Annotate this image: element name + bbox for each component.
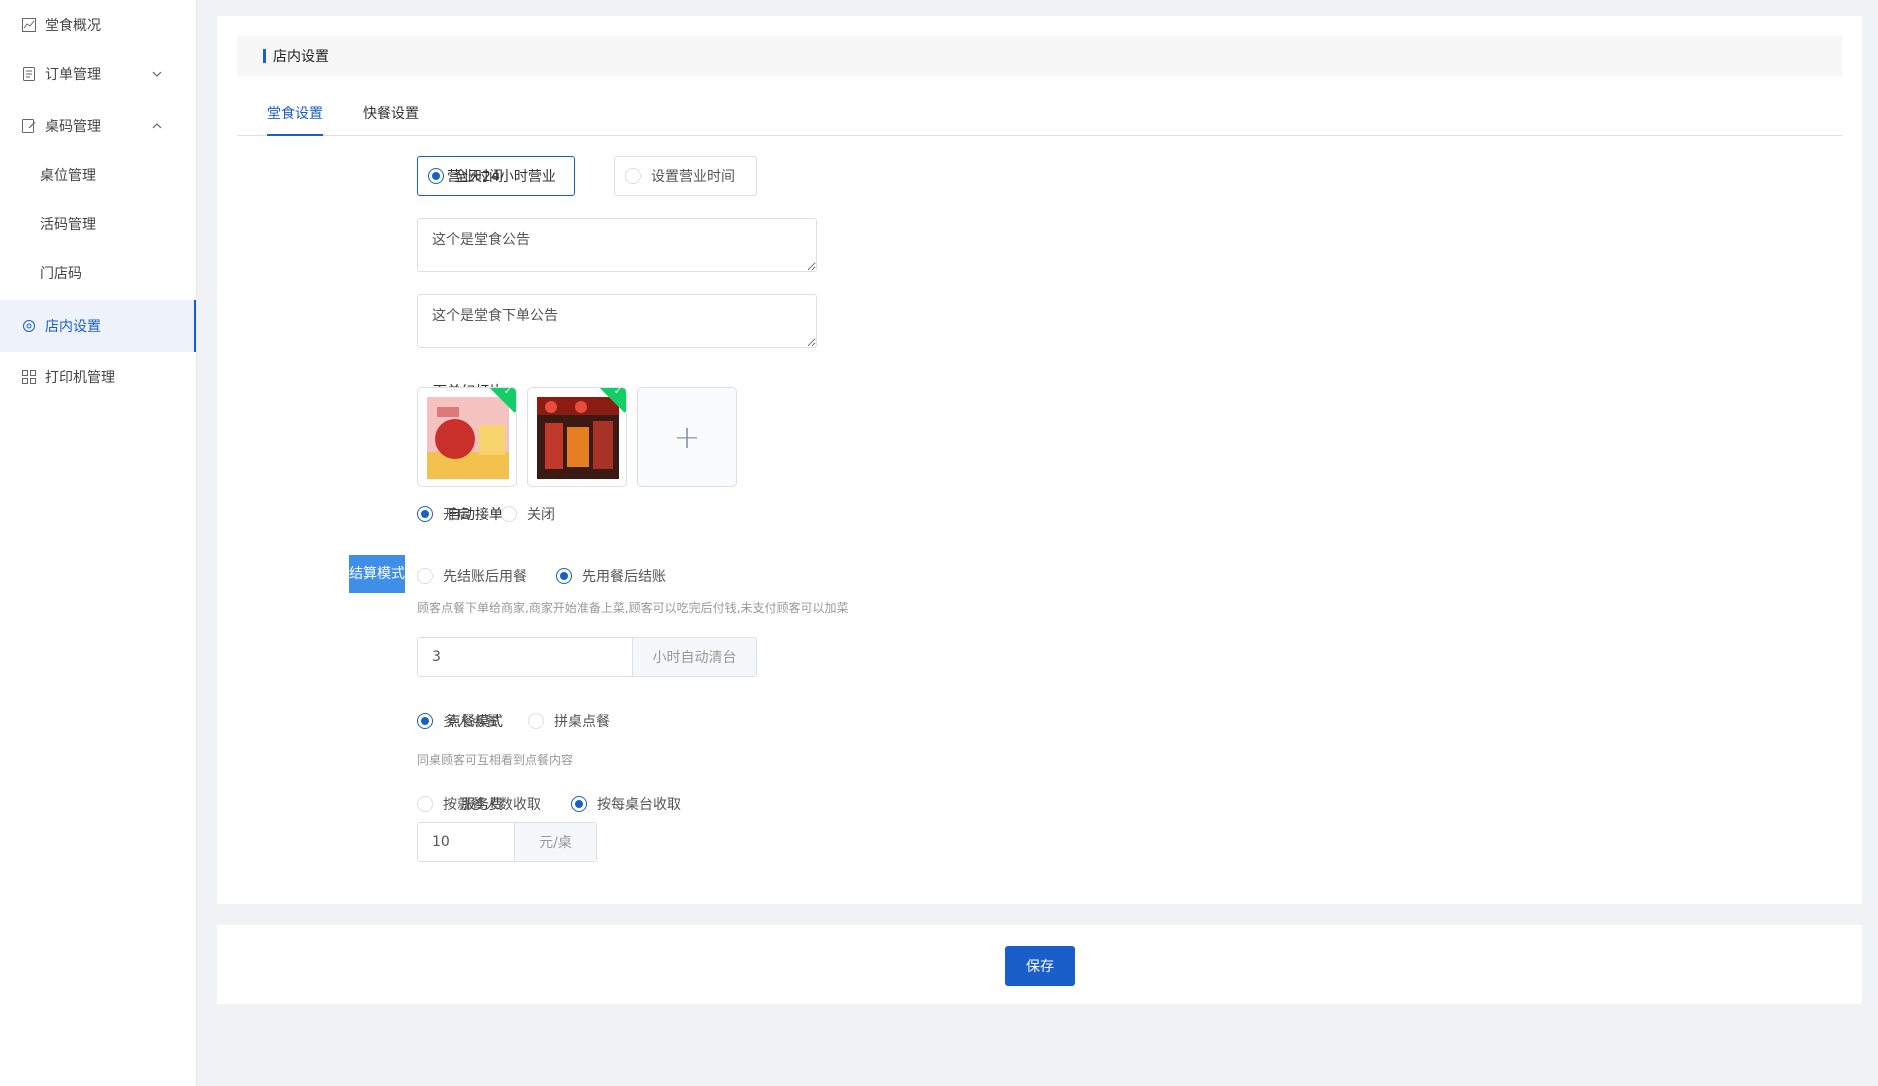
footer-card: 保存 (217, 925, 1862, 1004)
radio-dot (428, 168, 444, 184)
radio-dot (417, 506, 433, 522)
settlement-hint: 顾客点餐下单给商家,商家开始准备上菜,顾客可以吃完后付钱,未支付顾客可以加菜 (417, 601, 849, 615)
sidebar: 堂食概况 订单管理 桌码管理 桌位管理 活码管理 门店码 店内设置 打印机管理 (0, 0, 197, 1086)
sidebar-item-store-code[interactable]: 门店码 (0, 248, 196, 298)
radio-dot (417, 713, 433, 729)
order-mode-hint: 同桌顾客可互相看到点餐内容 (417, 753, 574, 767)
settlement-pay-first-option[interactable]: 先结账后用餐 (417, 566, 527, 586)
tab-fast-food-settings[interactable]: 快餐设置 (363, 96, 419, 136)
auto-accept-on-option[interactable]: 开启 (417, 504, 471, 524)
order-icon (21, 66, 37, 82)
section-accent-bar (263, 49, 266, 63)
sidebar-item-label: 门店码 (40, 266, 82, 282)
radio-dot (501, 506, 517, 522)
service-fee-input-group: 元/桌 (417, 822, 597, 862)
settings-card: 店内设置 堂食设置 快餐设置 *营业时间 全天24小时营业 设置营业时间 商家公… (217, 16, 1862, 904)
section-header: 店内设置 (237, 36, 1842, 76)
sidebar-item-label: 订单管理 (45, 67, 101, 83)
check-icon: ✓ (503, 387, 513, 397)
auto-clear-suffix: 小时自动清台 (632, 638, 756, 676)
sidebar-item-label: 活码管理 (40, 217, 96, 233)
table-code-icon (21, 118, 37, 134)
service-fee-per-person-option[interactable]: 按就餐人数收取 (417, 794, 541, 814)
radio-dot (528, 713, 544, 729)
chart-icon (21, 17, 37, 33)
auto-clear-input-group: 小时自动清台 (417, 637, 757, 677)
sidebar-item-order-management[interactable]: 订单管理 (0, 49, 196, 99)
sidebar-item-store-settings[interactable]: 店内设置 (0, 300, 196, 352)
sidebar-item-label: 堂食概况 (45, 18, 101, 34)
sidebar-item-printer-management[interactable]: 打印机管理 (0, 352, 196, 402)
service-fee-input[interactable] (418, 823, 514, 861)
slide-image (537, 397, 619, 479)
radio-dot (556, 568, 572, 584)
tab-dine-in-settings[interactable]: 堂食设置 (267, 96, 323, 136)
sidebar-item-live-code[interactable]: 活码管理 (0, 199, 196, 249)
radio-dot (417, 568, 433, 584)
section-title: 店内设置 (273, 49, 329, 65)
slide-thumbnail[interactable]: ✓ (527, 387, 627, 487)
plus-icon: + (673, 418, 701, 456)
radio-dot (625, 168, 641, 184)
order-mode-multi-option[interactable]: 多人点餐 (417, 711, 499, 731)
radio-dot (417, 796, 433, 812)
order-notice-input[interactable]: 这个是堂食下单公告 (417, 294, 817, 348)
upload-slide-button[interactable]: + (637, 387, 737, 487)
sidebar-item-label: 打印机管理 (45, 370, 115, 386)
business-hours-custom-option[interactable]: 设置营业时间 (614, 156, 757, 196)
merchant-notice-input[interactable]: 这个是堂食公告 (417, 218, 817, 272)
sidebar-item-label: 桌位管理 (40, 168, 96, 184)
order-mode-shared-table-option[interactable]: 拼桌点餐 (528, 711, 610, 731)
slide-image (427, 397, 509, 479)
settlement-eat-first-option[interactable]: 先用餐后结账 (556, 566, 666, 586)
gear-icon (21, 318, 37, 334)
check-icon: ✓ (613, 387, 623, 397)
chevron-up-icon (151, 120, 163, 132)
radio-dot (571, 796, 587, 812)
sidebar-item-dine-overview[interactable]: 堂食概况 (0, 0, 196, 50)
grid-icon (21, 369, 37, 385)
service-fee-per-table-option[interactable]: 按每桌台收取 (571, 794, 681, 814)
settlement-mode-label: 结算模式 (349, 555, 405, 593)
sidebar-item-label: 店内设置 (45, 319, 101, 335)
settings-tabs: 堂食设置 快餐设置 (237, 96, 1842, 136)
sidebar-item-table-position[interactable]: 桌位管理 (0, 150, 196, 200)
service-fee-suffix: 元/桌 (514, 823, 596, 861)
sidebar-item-table-code-management[interactable]: 桌码管理 (0, 101, 196, 151)
save-button[interactable]: 保存 (1005, 946, 1075, 986)
business-hours-24h-option[interactable]: 全天24小时营业 (417, 156, 575, 196)
auto-accept-off-option[interactable]: 关闭 (501, 504, 555, 524)
chevron-down-icon (151, 68, 163, 80)
sidebar-item-label: 桌码管理 (45, 119, 101, 135)
auto-clear-hours-input[interactable] (418, 638, 632, 676)
slide-thumbnail[interactable]: ✓ (417, 387, 517, 487)
